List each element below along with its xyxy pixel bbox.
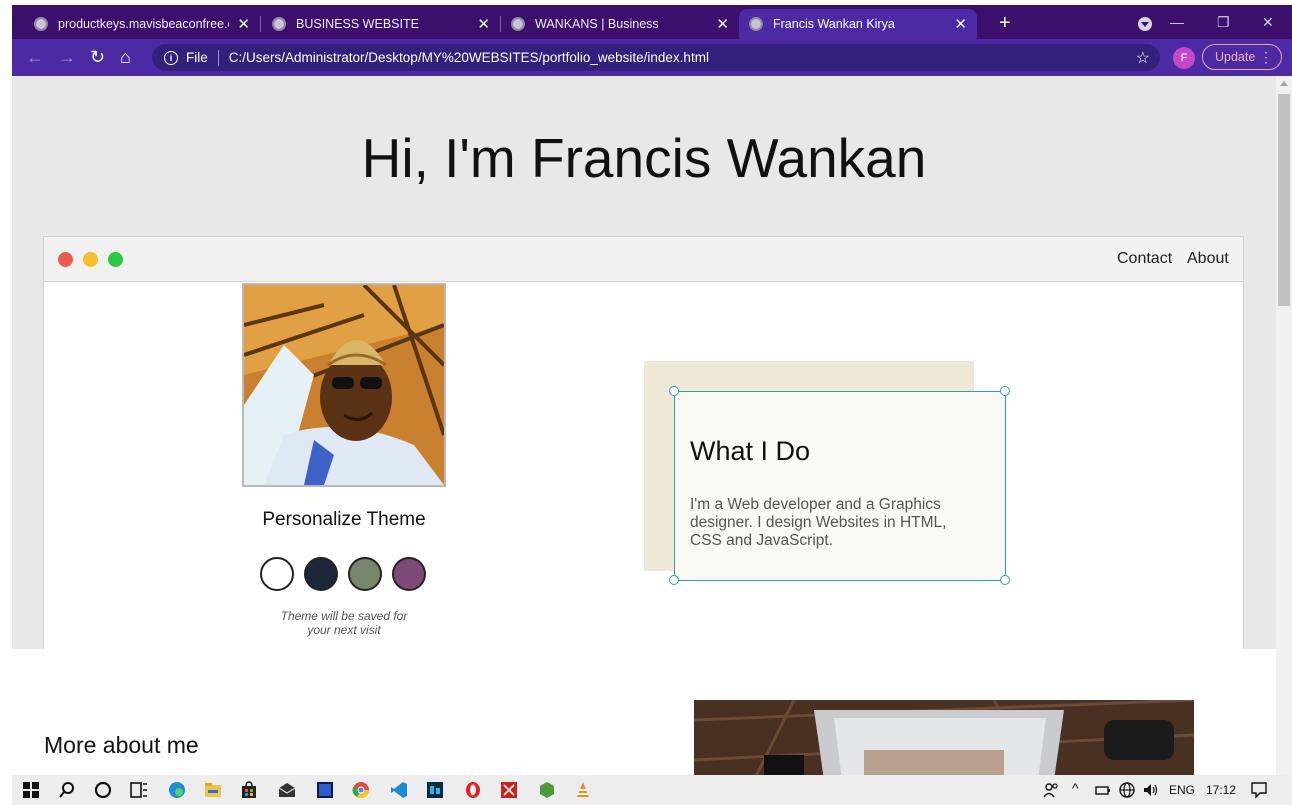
tab-title: productkeys.mavisbeaconfree.co <box>58 17 230 31</box>
what-i-do-card[interactable]: What I Do I'm a Web developer and a Grap… <box>674 391 1006 581</box>
page-scrollbar[interactable] <box>1276 76 1292 775</box>
reload-icon[interactable]: ↻ <box>90 47 105 67</box>
tab-title: BUSINESS WEBSITE <box>296 17 419 31</box>
red-dot-icon <box>58 252 73 267</box>
vlc-icon[interactable] <box>574 781 592 799</box>
profile-avatar[interactable]: F <box>1173 47 1195 69</box>
theme-swatch-navy[interactable] <box>304 557 338 591</box>
web-page: Hi, I'm Francis Wankan Contact About Per… <box>12 76 1276 775</box>
tab-title: WANKANS | Business <box>535 17 659 31</box>
tab-wankans-business[interactable]: WANKANS | Business ✕ <box>501 9 739 39</box>
yellow-dot-icon <box>83 252 98 267</box>
battery-icon[interactable] <box>1094 781 1112 799</box>
theme-swatch-white[interactable] <box>260 557 294 591</box>
chevron-up-icon[interactable]: ^ <box>1072 780 1079 796</box>
red-app-icon[interactable] <box>500 781 518 799</box>
chrome-icon[interactable] <box>352 781 370 799</box>
screen: productkeys.mavisbeaconfree.co ✕ BUSINES… <box>0 0 1292 805</box>
scroll-up-icon[interactable] <box>1280 81 1288 86</box>
theme-swatch-green[interactable] <box>348 557 382 591</box>
update-label: Update <box>1215 50 1256 64</box>
task-view-icon[interactable] <box>130 781 148 799</box>
tab-search-icon[interactable] <box>1138 17 1152 31</box>
theme-swatch-purple[interactable] <box>392 557 426 591</box>
close-icon[interactable]: ✕ <box>477 15 490 33</box>
card-title: What I Do <box>690 436 811 466</box>
minimize-icon[interactable]: — <box>1170 14 1184 30</box>
hero-section: Hi, I'm Francis Wankan Contact About Per… <box>12 76 1276 649</box>
theme-note: Theme will be saved for your next visit <box>264 609 424 637</box>
people-icon[interactable] <box>1042 781 1060 799</box>
globe-icon <box>34 17 48 31</box>
theme-note-line1: Theme will be saved for <box>280 609 408 623</box>
tab-title: Francis Wankan Kirya <box>773 17 895 31</box>
close-icon[interactable]: ✕ <box>237 15 250 33</box>
laptop-image <box>694 700 1194 775</box>
tab-separator <box>260 16 261 32</box>
file-explorer-icon[interactable] <box>204 781 222 799</box>
nodejs-icon[interactable] <box>538 781 556 799</box>
divider <box>217 49 219 66</box>
menu-kebab-icon[interactable]: ⋮ <box>1259 49 1273 66</box>
green-dot-icon <box>108 252 123 267</box>
home-icon[interactable]: ⌂ <box>120 47 131 67</box>
globe-icon <box>511 17 525 31</box>
resize-handle[interactable] <box>669 575 679 585</box>
clock-time[interactable]: 17:12 <box>1206 783 1236 797</box>
store-icon[interactable] <box>240 781 258 799</box>
theme-note-line2: your next visit <box>307 623 381 637</box>
volume-icon[interactable] <box>1142 781 1160 799</box>
profile-photo <box>242 283 446 487</box>
tab-productkeys[interactable]: productkeys.mavisbeaconfree.co ✕ <box>24 9 261 39</box>
opera-icon[interactable] <box>464 781 482 799</box>
scheme-label: File <box>186 50 208 65</box>
photoshop-icon[interactable] <box>316 781 334 799</box>
window-close-icon[interactable]: ✕ <box>1262 14 1274 31</box>
globe-icon <box>272 17 286 31</box>
photoshop-alt-icon[interactable] <box>426 781 444 799</box>
close-icon[interactable]: ✕ <box>716 15 729 33</box>
resize-handle[interactable] <box>669 386 679 396</box>
tab-strip: productkeys.mavisbeaconfree.co ✕ BUSINES… <box>12 5 1292 39</box>
resize-handle[interactable] <box>1000 575 1010 585</box>
edge-icon[interactable] <box>168 781 186 799</box>
search-icon[interactable] <box>58 781 76 799</box>
scroll-thumb[interactable] <box>1278 94 1290 306</box>
windows-taskbar: ^ ENG 17:12 <box>12 775 1292 805</box>
close-icon[interactable]: ✕ <box>954 15 967 33</box>
vscode-icon[interactable] <box>390 781 408 799</box>
resize-handle[interactable] <box>1000 386 1010 396</box>
globe-icon <box>749 17 763 31</box>
nav-contact-link[interactable]: Contact <box>1117 250 1172 268</box>
notifications-icon[interactable] <box>1250 781 1268 799</box>
personalize-theme-title: Personalize Theme <box>262 509 426 530</box>
page-heading: Hi, I'm Francis Wankan <box>361 127 927 189</box>
nav-about-link[interactable]: About <box>1187 250 1229 268</box>
restore-icon[interactable]: ❐ <box>1217 14 1230 31</box>
update-button[interactable]: Update ⋮ <box>1202 44 1282 70</box>
address-bar[interactable]: i File C:/Users/Administrator/Desktop/MY… <box>152 44 1160 71</box>
bookmark-star-icon[interactable]: ☆ <box>1136 48 1150 68</box>
mockup-top-bar: Contact About <box>44 237 1243 282</box>
info-icon[interactable]: i <box>164 50 178 65</box>
forward-arrow-icon[interactable]: → <box>58 47 76 67</box>
more-about-me-heading: More about me <box>44 732 199 758</box>
browser-mockup: Contact About Personalize Theme Theme wi… <box>43 236 1244 649</box>
back-arrow-icon[interactable]: ← <box>26 47 44 67</box>
cortana-icon[interactable] <box>94 781 112 799</box>
network-globe-icon[interactable] <box>1118 781 1136 799</box>
url-text[interactable]: C:/Users/Administrator/Desktop/MY%20WEBS… <box>229 50 709 65</box>
language-indicator[interactable]: ENG <box>1169 783 1195 797</box>
mail-icon[interactable] <box>278 781 296 799</box>
browser-toolbar: ← → ↻ ⌂ i File C:/Users/Administrator/De… <box>12 39 1292 76</box>
card-text: I'm a Web developer and a Graphics desig… <box>690 496 947 549</box>
new-tab-button[interactable]: + <box>999 13 1011 33</box>
windows-start-icon[interactable] <box>22 781 40 799</box>
tab-business-website[interactable]: BUSINESS WEBSITE ✕ <box>262 9 501 39</box>
tab-francis-wankan-kirya[interactable]: Francis Wankan Kirya ✕ <box>739 9 977 39</box>
